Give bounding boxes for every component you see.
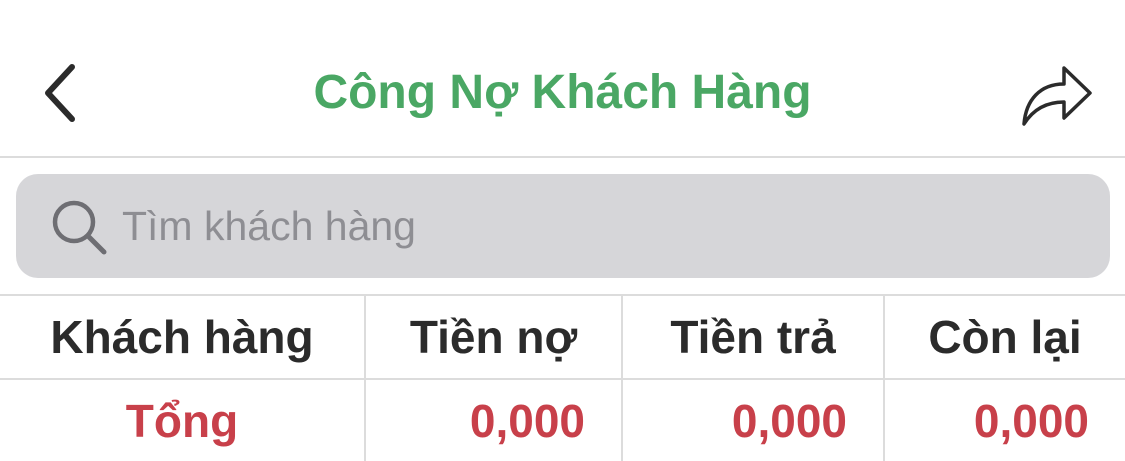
debt-table: Khách hàng Tiền nợ Tiền trả Còn lại Tổng… — [0, 294, 1125, 461]
search-bar[interactable] — [16, 174, 1110, 278]
total-label: Tổng — [0, 380, 366, 461]
column-header-paid[interactable]: Tiền trả — [623, 296, 885, 378]
total-remaining-value: 0,000 — [973, 395, 1089, 447]
column-header-customer[interactable]: Khách hàng — [0, 296, 366, 378]
column-header-debt[interactable]: Tiền nợ — [366, 296, 623, 378]
customer-debt-screen: Công Nợ Khách Hàng Khách hàng Tiền nợ Ti… — [0, 0, 1125, 461]
search-input[interactable] — [122, 196, 1082, 256]
page-title: Công Nợ Khách Hàng — [313, 66, 812, 119]
total-paid-value: 0,000 — [623, 380, 885, 461]
total-debt-value: 0,000 — [366, 380, 623, 461]
table-header-row: Khách hàng Tiền nợ Tiền trả Còn lại — [0, 294, 1125, 378]
navigation-bar: Công Nợ Khách Hàng — [0, 0, 1125, 158]
search-icon — [52, 200, 107, 255]
share-button[interactable] — [1015, 56, 1099, 132]
column-header-remaining[interactable]: Còn lại — [885, 296, 1125, 378]
total-row: Tổng 0,000 0,000 0,000 — [0, 378, 1125, 461]
share-icon — [1022, 66, 1092, 126]
